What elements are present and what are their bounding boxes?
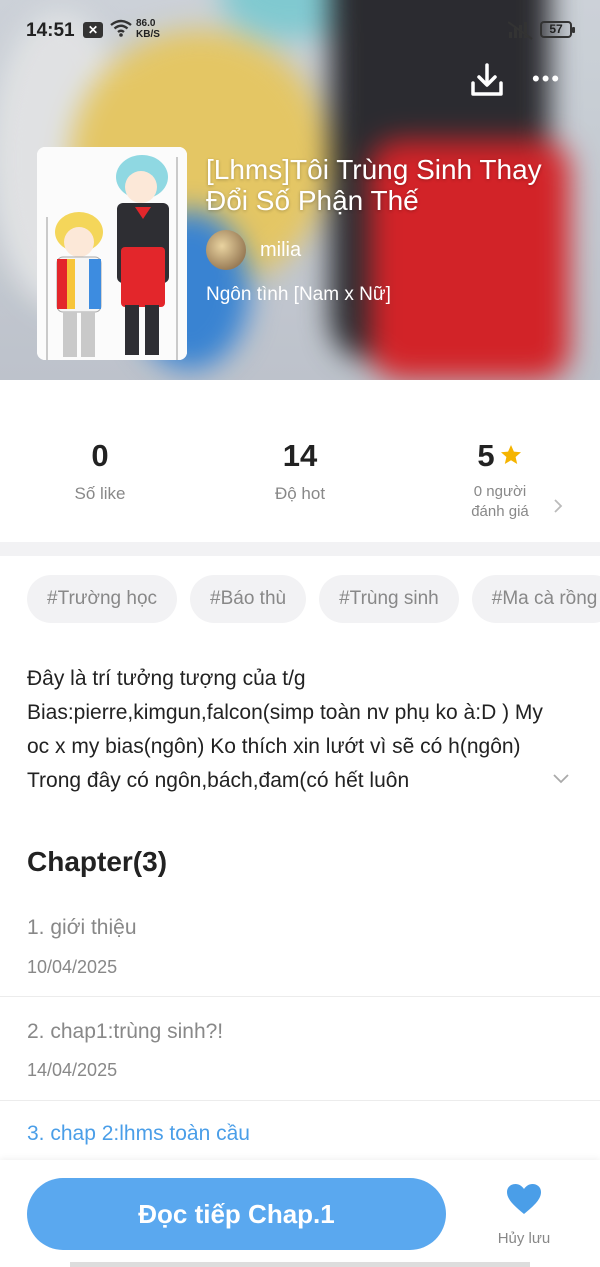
chapter-divider <box>0 1100 600 1101</box>
tag-chip[interactable]: #Trùng sinh <box>319 575 459 623</box>
author-row[interactable]: milia <box>206 230 301 270</box>
author-avatar[interactable] <box>206 230 246 270</box>
likes-stat: 0 Số like <box>0 438 200 504</box>
chapter-date: 14/04/2025 <box>27 1060 118 1080</box>
chapter-item[interactable]: 1. giới thiệu 10/04/2025 <box>0 910 600 996</box>
battery-icon: 57 <box>540 21 575 38</box>
rating-stat[interactable]: 5 0 người đánh giá <box>400 438 600 522</box>
unsave-label[interactable]: Hủy lưu <box>482 1230 566 1247</box>
chapter-name[interactable]: 1. giới thiệu <box>27 916 137 940</box>
story-genre: Ngôn tình [Nam x Nữ] <box>206 284 391 305</box>
story-header: 14:51 ✕ 86.0 KB/S 57 ••• [Lhms]Tôi Trùng… <box>0 0 600 380</box>
chapter-date: 10/04/2025 <box>27 957 118 977</box>
bottom-action-bar: Đọc tiếp Chap.1 Hủy lưu <box>0 1160 600 1267</box>
heart-icon[interactable] <box>505 1182 543 1216</box>
story-cover-image <box>37 147 187 360</box>
download-icon[interactable] <box>470 62 504 98</box>
section-divider <box>0 542 600 556</box>
network-speed: 86.0 KB/S <box>136 18 160 40</box>
status-bar: 14:51 ✕ 86.0 KB/S 57 <box>0 0 600 60</box>
story-title: [Lhms]Tôi Trùng Sinh Thay Đổi Số Phận Th… <box>206 154 542 216</box>
chevron-right-icon[interactable] <box>552 498 564 514</box>
chapter-divider <box>0 996 600 997</box>
likes-label: Số like <box>74 484 126 503</box>
story-stats: 0 Số like 14 Độ hot 5 0 người đánh giá <box>0 380 600 542</box>
story-description[interactable]: Đây là trí tưởng tượng của t/g Bias:pier… <box>27 662 557 798</box>
tag-chip[interactable]: #Trường học <box>27 575 178 623</box>
chapter-name[interactable]: 3. chap 2:lhms toàn cầu <box>27 1122 250 1146</box>
network-speed-value: 86.0 <box>136 18 156 29</box>
chapter-list-heading: Chapter(3) <box>27 846 168 877</box>
chapter-item[interactable]: 2. chap1:trùng sinh?! 14/04/2025 <box>0 1014 600 1100</box>
tag-chip[interactable]: #Báo thù <box>190 575 307 623</box>
expand-chevron-icon[interactable] <box>552 773 570 785</box>
tag-chip[interactable]: #Ma cà rồng <box>471 575 600 623</box>
system-nav-bar <box>0 1262 600 1267</box>
rating-label: 0 người đánh giá <box>471 483 529 520</box>
signal-icon <box>508 21 533 40</box>
continue-reading-button[interactable]: Đọc tiếp Chap.1 <box>27 1178 446 1250</box>
chapter-name[interactable]: 2. chap1:trùng sinh?! <box>27 1020 223 1044</box>
chapter-item[interactable]: 3. chap 2:lhms toàn cầu <box>0 1118 600 1158</box>
hot-stat: 14 Độ hot <box>200 438 400 504</box>
star-icon <box>500 444 521 464</box>
author-name[interactable]: milia <box>260 239 301 262</box>
hot-label: Độ hot <box>274 484 326 503</box>
hot-value: 14 <box>282 438 318 473</box>
tag-list: #Trường học #Báo thù #Trùng sinh #Ma cà … <box>27 575 600 623</box>
rating-value: 5 <box>477 438 495 473</box>
likes-value: 0 <box>91 438 109 473</box>
more-options-icon[interactable]: ••• <box>532 66 562 96</box>
wifi-icon <box>110 19 132 37</box>
notification-icon: ✕ <box>83 22 103 38</box>
status-time: 14:51 <box>26 20 75 41</box>
network-speed-unit: KB/S <box>136 29 160 40</box>
